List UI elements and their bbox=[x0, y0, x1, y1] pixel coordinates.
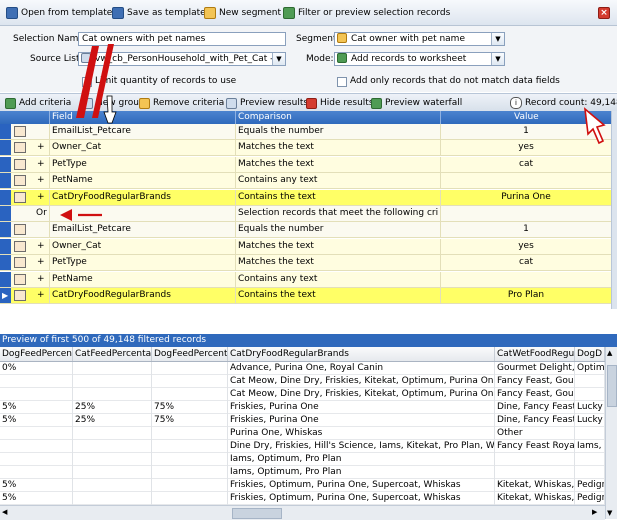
pointer-cursor-icon bbox=[583, 107, 606, 145]
left-arrow-icon bbox=[60, 209, 72, 221]
annotation-overlay bbox=[60, 8, 612, 221]
hand-cursor-icon bbox=[103, 95, 117, 124]
